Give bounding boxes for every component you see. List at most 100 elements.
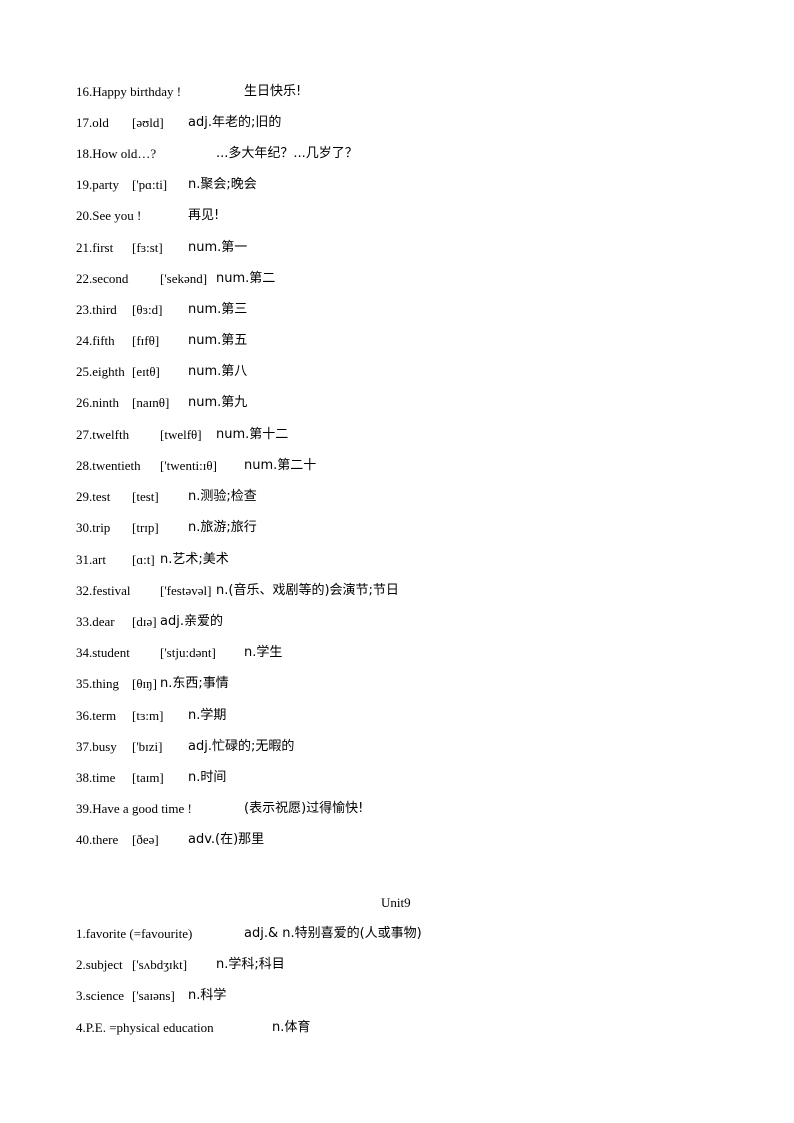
vocab-entry: 29.test [test] n.测验;检查 xyxy=(0,487,794,507)
vocab-word: 28.twentieth xyxy=(76,458,141,473)
vocab-phonetic: [ðeə] xyxy=(132,832,159,847)
vocab-entry: 20.See you ! 再见! xyxy=(0,206,794,226)
vocab-meaning: n.学期 xyxy=(188,708,227,723)
vocab-word: 29.test xyxy=(76,489,111,504)
vocab-meaning: num.第八 xyxy=(188,364,248,379)
vocab-phonetic: ['stju:dənt] xyxy=(160,645,216,660)
vocab-phonetic: [trɪp] xyxy=(132,520,159,535)
vocab-meaning: adj.& n.特别喜爱的(人或事物) xyxy=(244,926,422,941)
vocab-phonetic: ['sekənd] xyxy=(160,271,208,286)
vocab-phonetic: ['sʌbdʒɪkt] xyxy=(132,957,188,972)
vocab-meaning: adv.(在)那里 xyxy=(188,832,265,847)
vocab-entry: 4.P.E. =physical education n.体育 xyxy=(0,1018,794,1038)
vocab-meaning: n.艺术;美术 xyxy=(160,552,229,567)
vocab-phonetic: ['twenti:ɪθ] xyxy=(160,458,217,473)
vocab-word: 26.ninth xyxy=(76,395,119,410)
vocab-word: 35.thing xyxy=(76,676,119,691)
vocab-entry: 36.term [tɜ:m] n.学期 xyxy=(0,706,794,726)
vocab-meaning: adj.亲爱的 xyxy=(160,614,223,629)
vocab-phonetic: [əʊld] xyxy=(132,115,164,130)
vocab-word: 37.busy xyxy=(76,739,117,754)
vocab-entry: 24.fifth [fɪfθ] num.第五 xyxy=(0,331,794,351)
vocab-meaning: n.测验;检查 xyxy=(188,489,257,504)
vocab-word: 21.first xyxy=(76,240,114,255)
vocab-word: 4.P.E. =physical education xyxy=(76,1020,214,1035)
vocab-entry: 17.old [əʊld] adj.年老的;旧的 xyxy=(0,113,794,133)
vocab-meaning: n.体育 xyxy=(272,1020,311,1035)
vocab-word: 23.third xyxy=(76,302,117,317)
unit-title: Unit9 xyxy=(381,895,411,910)
vocab-meaning: num.第二十 xyxy=(244,458,317,473)
vocab-word: 30.trip xyxy=(76,520,111,535)
vocab-meaning: n.学科;科目 xyxy=(216,957,285,972)
vocab-entry: 31.art [ɑ:t] n.艺术;美术 xyxy=(0,550,794,570)
vocab-meaning: adj.忙碌的;无暇的 xyxy=(188,739,295,754)
vocab-entry: 28.twentieth ['twenti:ɪθ] num.第二十 xyxy=(0,456,794,476)
vocab-meaning: adj.年老的;旧的 xyxy=(188,115,282,130)
vocab-meaning: n.旅游;旅行 xyxy=(188,520,257,535)
vocab-entry: 40.there [ðeə] adv.(在)那里 xyxy=(0,830,794,850)
vocab-entry: 1.favorite (=favourite) adj.& n.特别喜爱的(人或事… xyxy=(0,924,794,944)
vocab-word: 19.party xyxy=(76,177,119,192)
vocab-entry: 33.dear [dɪə] adj.亲爱的 xyxy=(0,612,794,632)
vocab-word: 33.dear xyxy=(76,614,115,629)
vocab-phonetic: [taɪm] xyxy=(132,770,164,785)
vocab-word: 31.art xyxy=(76,552,106,567)
vocab-word: 25.eighth xyxy=(76,364,125,379)
vocab-phonetic: [eɪtθ] xyxy=(132,364,160,379)
vocab-meaning: num.第十二 xyxy=(216,427,289,442)
vocab-entry: 18.How old…? ...多大年纪？...几岁了？ xyxy=(0,144,794,164)
vocab-entry: 27.twelfth [twelfθ] num.第十二 xyxy=(0,425,794,445)
vocab-phonetic: ['pɑ:ti] xyxy=(132,177,168,192)
vocab-phonetic: ['saɪəns] xyxy=(132,988,175,1003)
vocab-entry: 3.science ['saɪəns] n.科学 xyxy=(0,986,794,1006)
vocab-phonetic: [tɜ:m] xyxy=(132,708,164,723)
vocab-entry: 2.subject ['sʌbdʒɪkt] n.学科;科目 xyxy=(0,955,794,975)
vocab-meaning: n.时间 xyxy=(188,770,227,785)
vocab-entry: 16.Happy birthday ! 生日快乐! xyxy=(0,82,794,102)
vocab-phonetic: [naɪnθ] xyxy=(132,395,170,410)
vocab-word: 38.time xyxy=(76,770,116,785)
vocab-meaning: num.第二 xyxy=(216,271,276,286)
vocab-meaning: num.第一 xyxy=(188,240,248,255)
vocab-word: 24.fifth xyxy=(76,333,115,348)
vocab-word: 39.Have a good time ! xyxy=(76,801,192,816)
vocab-meaning: (表示祝愿)过得愉快! xyxy=(244,801,364,816)
vocab-meaning: 再见! xyxy=(188,208,220,223)
vocab-meaning: n.(音乐、戏剧等的)会演节;节日 xyxy=(216,583,399,598)
vocab-word: 34.student xyxy=(76,645,130,660)
vocab-phonetic: [fɜ:st] xyxy=(132,240,163,255)
vocab-meaning: num.第三 xyxy=(188,302,248,317)
vocab-word: 40.there xyxy=(76,832,119,847)
vocab-word: 17.old xyxy=(76,115,109,130)
vocab-entry: 32.festival ['festəvəl] n.(音乐、戏剧等的)会演节;节日 xyxy=(0,581,794,601)
vocab-meaning: n.科学 xyxy=(188,988,227,1003)
vocab-meaning: n.东西;事情 xyxy=(160,676,229,691)
vocab-phonetic: [dɪə] xyxy=(132,614,157,629)
vocab-entry: 35.thing [θɪŋ] n.东西;事情 xyxy=(0,674,794,694)
vocab-word: 27.twelfth xyxy=(76,427,130,442)
vocab-entry: 22.second ['sekənd] num.第二 xyxy=(0,269,794,289)
vocab-meaning: 生日快乐! xyxy=(244,84,302,99)
vocab-entry: 21.first [fɜ:st] num.第一 xyxy=(0,238,794,258)
vocab-phonetic: [θɜ:d] xyxy=(132,302,163,317)
vocab-phonetic: [fɪfθ] xyxy=(132,333,160,348)
vocab-entry: 19.party ['pɑ:ti] n.聚会;晚会 xyxy=(0,175,794,195)
vocab-phonetic: [twelfθ] xyxy=(160,427,202,442)
vocab-phonetic: ['festəvəl] xyxy=(160,583,212,598)
vocab-meaning: ...多大年纪？...几岁了？ xyxy=(216,146,358,161)
vocab-entry: 25.eighth [eɪtθ] num.第八 xyxy=(0,362,794,382)
vocab-meaning: n.学生 xyxy=(244,645,283,660)
vocab-meaning: num.第九 xyxy=(188,395,248,410)
vocab-meaning: num.第五 xyxy=(188,333,248,348)
vocab-entry: 39.Have a good time ! (表示祝愿)过得愉快! xyxy=(0,799,794,819)
vocab-entry: 38.time [taɪm] n.时间 xyxy=(0,768,794,788)
vocab-word: 36.term xyxy=(76,708,117,723)
vocab-word: 18.How old…? xyxy=(76,146,157,161)
vocab-entry: 26.ninth [naɪnθ] num.第九 xyxy=(0,393,794,413)
vocab-entry: 23.third [θɜ:d] num.第三 xyxy=(0,300,794,320)
vocab-word: 22.second xyxy=(76,271,129,286)
vocab-word: 2.subject xyxy=(76,957,123,972)
vocab-phonetic: [θɪŋ] xyxy=(132,676,157,691)
vocab-word: 3.science xyxy=(76,988,125,1003)
